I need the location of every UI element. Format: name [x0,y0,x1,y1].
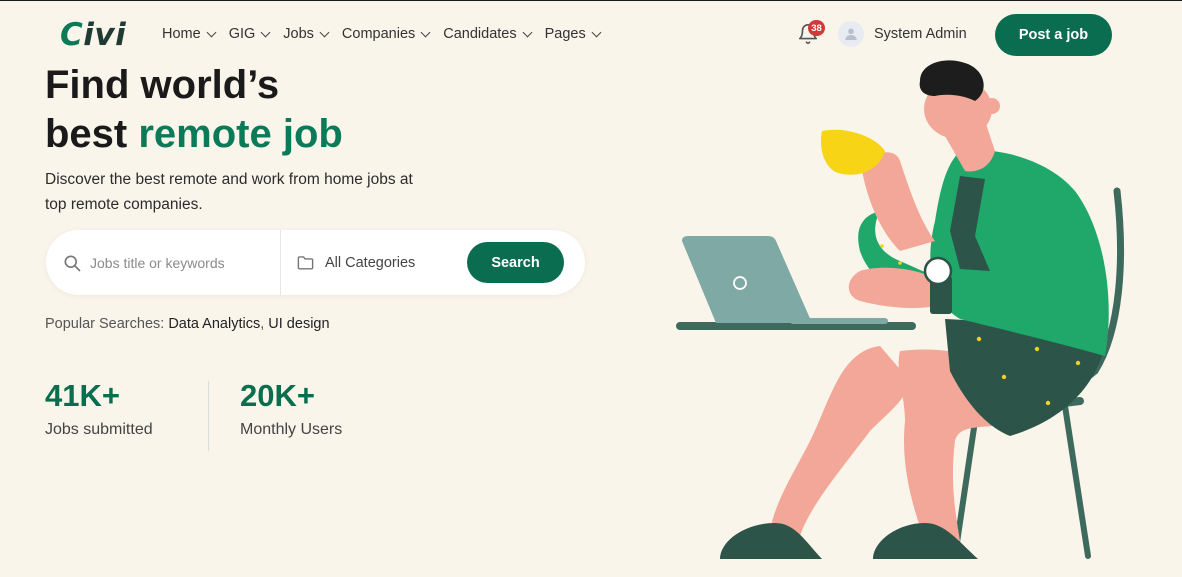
logo-text: Civi [60,17,127,53]
chevron-down-icon [591,27,602,37]
main-nav: Home GIG Jobs Companies Candidates Pages [162,23,614,45]
nav-label: Candidates [443,26,517,42]
stat-jobs-submitted: 41K+ Jobs submitted [45,377,153,439]
hero-title-prefix: best [45,112,139,156]
category-value: All Categories [325,254,416,271]
notification-badge: 38 [808,20,825,36]
nav-companies[interactable]: Companies [341,23,431,45]
page: Civi Home GIG Jobs Companies Candidates … [0,0,1182,577]
popular-searches: Popular Searches: Data Analytics, UI des… [45,316,330,332]
chevron-down-icon [206,27,217,37]
nav-candidates[interactable]: Candidates [443,23,533,45]
keyword-search-input[interactable]: Jobs title or keywords [62,230,280,295]
hero-title: Find world’s best remote job [45,61,343,159]
stat-divider [208,381,209,451]
nav-label: GIG [228,26,256,42]
popular-tag[interactable]: Data Analytics [168,316,260,332]
civi-logo[interactable]: Civi [60,17,126,53]
stat-label: Jobs submitted [45,421,153,438]
category-select[interactable]: All Categories [296,230,415,295]
hero-illustration [676,60,1125,559]
folder-icon [297,256,314,270]
job-search-form: Jobs title or keywords All Categories Se… [46,230,585,295]
chevron-down-icon [522,27,533,37]
hero-title-accent: remote job [138,112,343,156]
post-job-button[interactable]: Post a job [995,14,1112,56]
nav-label: Pages [544,26,586,42]
popular-label: Popular Searches: [45,316,169,332]
hero-subtitle: Discover the best remote and work from h… [45,171,413,213]
nav-label: Companies [341,26,416,42]
nav-gig[interactable]: GIG [228,23,271,45]
stat-monthly-users: 20K+ Monthly Users [240,377,342,439]
popular-tag[interactable]: UI design [268,316,329,332]
stat-value: 20K+ [240,378,315,413]
search-icon [64,255,81,271]
chevron-down-icon [319,27,330,37]
search-divider [280,230,281,295]
chevron-down-icon [420,27,431,37]
nav-jobs[interactable]: Jobs [283,23,330,45]
stat-label: Monthly Users [240,421,343,438]
nav-pages[interactable]: Pages [544,23,602,45]
search-button[interactable]: Search [467,242,564,283]
user-name: System Admin [874,26,967,42]
keyword-placeholder: Jobs title or keywords [90,254,225,271]
nav-label: Home [162,26,201,42]
head-illustration [919,60,1000,172]
user-avatar-icon [838,21,864,47]
hero-title-line1: Find world’s [45,63,280,107]
stat-value: 41K+ [45,378,120,413]
nav-home[interactable]: Home [162,23,217,45]
cup-arm-illustration [820,129,935,251]
user-menu[interactable]: System Admin [838,21,967,47]
legs-illustration [720,319,1102,559]
chevron-down-icon [260,27,271,37]
nav-label: Jobs [283,26,314,42]
